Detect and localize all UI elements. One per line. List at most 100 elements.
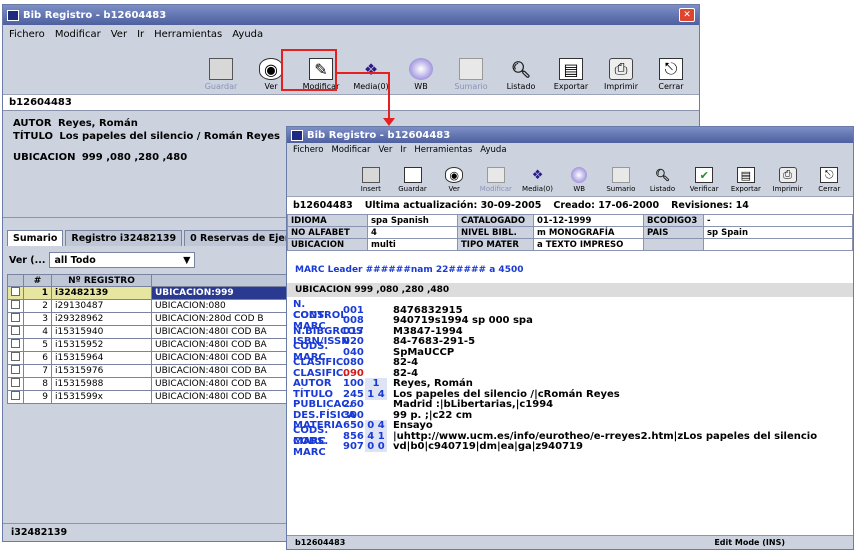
cerrar-button[interactable]: ⎋ Cerrar — [809, 167, 849, 196]
marc-value[interactable]: M3847-1994 — [387, 326, 463, 337]
row-checkbox[interactable] — [11, 326, 20, 335]
marc-field[interactable]: N. CONTROL 001 8476832915 — [287, 299, 853, 321]
menu-fichero[interactable]: Fichero — [9, 29, 45, 40]
marc-field[interactable]: CODS. MARC 907 0 0 vd|b0|c940719|dm|ea|ga|z… — [287, 436, 853, 458]
marc-value[interactable]: 84-7683-291-5 — [387, 336, 475, 347]
media-button[interactable]: ❖ Media(0) — [518, 167, 558, 196]
listado-button[interactable]: 🔍︎ Listado — [497, 58, 545, 94]
guardar-button[interactable]: Guardar — [197, 58, 245, 94]
marc-value[interactable]: 940719s1994 sp 000 spa — [387, 315, 533, 326]
marc-value[interactable]: vd|b0|c940719|dm|ea|ga|z940719 — [387, 441, 583, 452]
marc-value[interactable]: |uhttp://www.ucm.es/info/eurotheo/e-rrey… — [387, 431, 817, 442]
table-row[interactable]: 1 i32482139 UBICACION:999 — [7, 286, 293, 300]
menu-modificar[interactable]: Modificar — [55, 29, 101, 40]
table-row[interactable]: 7 i15315976 UBICACION:480I COD BA — [7, 364, 293, 378]
menu-ir[interactable]: Ir — [137, 29, 144, 40]
row-checkbox[interactable] — [11, 352, 20, 361]
row-checkbox[interactable] — [11, 287, 20, 296]
row-checkbox[interactable] — [11, 391, 20, 400]
cerrar-button[interactable]: ⎋ Cerrar — [647, 58, 695, 94]
marc-field[interactable]: CODS. MARC 040 SpMaUCCP — [287, 341, 853, 363]
menu-ver[interactable]: Ver — [111, 29, 127, 40]
front-window-title: Bib Registro - b12604483 — [307, 129, 451, 141]
table-row[interactable]: 5 i15315952 UBICACION:480I COD BA — [7, 338, 293, 352]
table-row[interactable]: 4 i15315940 UBICACION:480I COD BA — [7, 325, 293, 339]
chevron-down-icon: ▼ — [183, 254, 191, 266]
tab-registro[interactable]: Registro i32482139 — [65, 230, 183, 246]
ubicacion-value: 999 ,080 ,280 ,480 — [81, 152, 188, 163]
export-icon: ▤ — [736, 167, 755, 183]
menu-ayuda[interactable]: Ayuda — [480, 145, 506, 155]
table-row[interactable]: 2 i29130487 UBICACION:080 — [7, 299, 293, 313]
summary-icon — [459, 58, 483, 80]
marc-value[interactable]: 99 p. ;|c22 cm — [387, 410, 472, 421]
tab-reservas[interactable]: 0 Reservas de Ejer — [184, 230, 296, 246]
guardar-button[interactable]: Guardar — [393, 167, 433, 196]
row-registro: i15315940 — [51, 325, 152, 339]
table-row[interactable]: 8 i15315988 UBICACION:480I COD BA — [7, 377, 293, 391]
marc-value[interactable]: Ensayo — [387, 420, 433, 431]
marc-value[interactable]: Madrid :|bLibertarias,|c1994 — [387, 399, 553, 410]
ver-button[interactable]: ◉ Ver — [434, 167, 474, 196]
table-row[interactable]: 3 i29328962 UBICACION:280d COD B — [7, 312, 293, 326]
listado-button[interactable]: 🔍︎ Listado — [643, 167, 683, 196]
marc-fields: N. CONTROL 001 8476832915 CODS. MARC 008 9407… — [287, 299, 853, 458]
menu-modificar[interactable]: Modificar — [331, 145, 370, 155]
col-num[interactable]: # — [23, 274, 52, 287]
row-checkbox[interactable] — [11, 378, 20, 387]
marc-field[interactable]: CLASIFIC. 080 82-4 — [287, 357, 853, 368]
sumario-button[interactable]: Sumario — [601, 167, 641, 196]
marc-field[interactable]: CODS. MARC 008 940719s1994 sp 000 spa — [287, 310, 853, 332]
back-window-titlebar[interactable]: Bib Registro - b12604483 ✕ — [3, 5, 699, 25]
table-row[interactable]: 6 i15315964 UBICACION:480I COD BA — [7, 351, 293, 365]
marc-field[interactable]: AUTOR 100 1 Reyes, Román — [287, 378, 853, 390]
marc-field[interactable]: CODS. MARC 856 4 1 |uhttp://www.ucm.es/info… — [287, 425, 853, 447]
marc-field[interactable]: TÍTULO 245 1 4 Los papeles del silencio /|c… — [287, 388, 853, 400]
row-ubicacion: UBICACION:480I COD BA — [151, 338, 293, 352]
menu-ver[interactable]: Ver — [378, 145, 392, 155]
menu-ir[interactable]: Ir — [400, 145, 406, 155]
menu-ayuda[interactable]: Ayuda — [232, 29, 263, 40]
ver-select[interactable]: all Todo ▼ — [49, 252, 196, 268]
front-window-titlebar[interactable]: Bib Registro - b12604483 — [287, 127, 853, 143]
row-checkbox[interactable] — [11, 339, 20, 348]
autor-value: Reyes, Román — [57, 118, 138, 129]
row-registro: i15315976 — [51, 364, 152, 378]
close-window-icon[interactable]: ✕ — [679, 8, 695, 22]
sumario-button[interactable]: Sumario — [447, 58, 495, 94]
menu-herramientas[interactable]: Herramientas — [414, 145, 472, 155]
row-checkbox[interactable] — [11, 313, 20, 322]
marc-value[interactable]: Reyes, Román — [387, 378, 473, 389]
exportar-button[interactable]: ▤ Exportar — [726, 167, 766, 196]
back-toolbar: Guardar ◉ Ver ✎ Modificar ❖ Media(0) WB Sum… — [3, 43, 699, 95]
marc-field[interactable]: CLASIFIC. 090 82-4 — [287, 368, 853, 379]
col-ubicacion[interactable] — [151, 274, 293, 287]
wb-button[interactable]: WB — [397, 58, 445, 94]
save-icon — [403, 167, 422, 183]
marc-field[interactable]: DES.FÍSICA 300 99 p. ;|c22 cm — [287, 410, 853, 421]
marc-value[interactable]: SpMaUCCP — [387, 347, 454, 358]
wb-button[interactable]: WB — [559, 167, 599, 196]
marc-label: CODS. MARC — [293, 435, 329, 458]
marc-field[interactable]: ISBN/ISSN 020 84-7683-291-5 — [287, 336, 853, 347]
row-checkbox[interactable] — [11, 365, 20, 374]
menu-fichero[interactable]: Fichero — [293, 145, 323, 155]
verificar-button[interactable]: ✔ Verificar — [684, 167, 724, 196]
marc-value[interactable]: Los papeles del silencio /|cRomán Reyes — [387, 389, 620, 400]
marc-value[interactable]: 82-4 — [387, 357, 418, 368]
imprimir-button[interactable]: ⎙ Imprimir — [768, 167, 808, 196]
exportar-button[interactable]: ▤ Exportar — [547, 58, 595, 94]
row-checkbox[interactable] — [11, 300, 20, 309]
imprimir-button[interactable]: ⎙ Imprimir — [597, 58, 645, 94]
tab-sumario[interactable]: Sumario — [7, 230, 64, 246]
modificar-button[interactable]: Modificar — [476, 167, 516, 196]
table-row[interactable]: 9 i1531599x UBICACION:480I COD BA — [7, 390, 293, 404]
row-ubicacion: UBICACION:480I COD BA — [151, 377, 293, 391]
marc-value[interactable]: 8476832915 — [387, 305, 463, 316]
marc-field[interactable]: N.BIBGRCOS 017 M3847-1994 — [287, 326, 853, 337]
menu-herramientas[interactable]: Herramientas — [154, 29, 222, 40]
marc-field[interactable]: PUBLICAC. 260 Madrid :|bLibertarias,|c1994 — [287, 399, 853, 410]
insert-button[interactable]: Insert — [351, 167, 391, 196]
marc-field[interactable]: MATERIA 650 0 4 Ensayo — [287, 420, 853, 432]
col-registro[interactable]: Nº REGISTRO — [51, 274, 152, 287]
